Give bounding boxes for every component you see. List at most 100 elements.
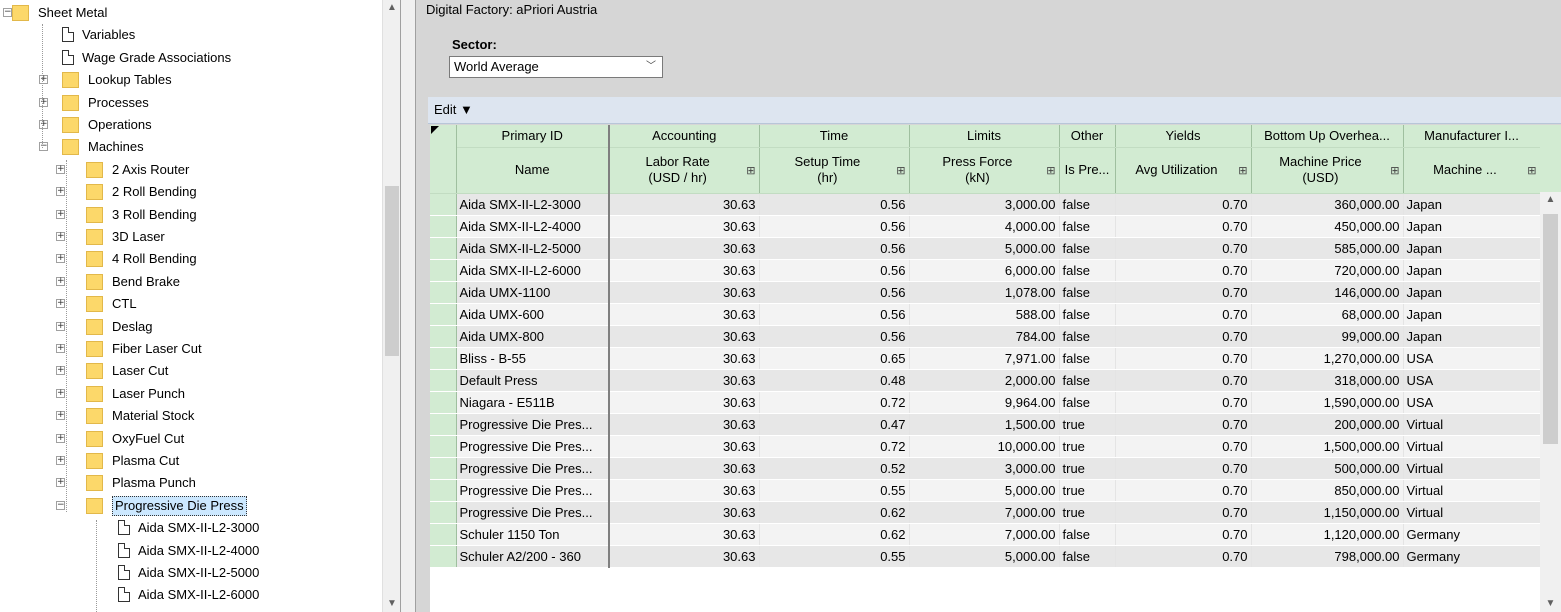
- table-cell[interactable]: 1,270,000.00: [1251, 347, 1404, 370]
- column-group-header[interactable]: Limits: [909, 125, 1060, 148]
- table-cell[interactable]: USA: [1403, 369, 1540, 392]
- table-row[interactable]: Progressive Die Pres... 30.63 0.52 3,000.00…: [430, 457, 1540, 480]
- tree-item[interactable]: +2 Axis Router: [0, 159, 382, 181]
- table-row[interactable]: Progressive Die Pres... 30.63 0.47 1,500.00…: [430, 413, 1540, 436]
- row-selector[interactable]: [430, 435, 457, 458]
- table-row[interactable]: Progressive Die Pres... 30.63 0.55 5,000.00…: [430, 479, 1540, 502]
- table-cell[interactable]: 0.70: [1115, 215, 1252, 238]
- table-cell[interactable]: 318,000.00: [1251, 369, 1404, 392]
- table-cell[interactable]: 30.63: [608, 413, 760, 436]
- row-selector[interactable]: [430, 347, 457, 370]
- column-group-header[interactable]: Time: [759, 125, 910, 148]
- table-cell[interactable]: 0.48: [759, 369, 910, 392]
- table-cell[interactable]: false: [1059, 347, 1116, 370]
- row-selector[interactable]: [430, 281, 457, 304]
- tree-item[interactable]: Aida SMX-II-L2-6000: [0, 584, 382, 606]
- table-row[interactable]: Schuler A2/200 - 360 30.63 0.55 5,000.00 fal…: [430, 545, 1540, 568]
- table-cell[interactable]: 30.63: [608, 259, 760, 282]
- row-selector[interactable]: [430, 369, 457, 392]
- table-cell[interactable]: false: [1059, 523, 1116, 546]
- tree-item[interactable]: +3 Roll Bending: [0, 204, 382, 226]
- tree-item[interactable]: + Bend Brake: [0, 271, 382, 293]
- column-group-header[interactable]: Other: [1059, 125, 1116, 148]
- expand-plus-icon[interactable]: +: [56, 276, 65, 286]
- row-selector[interactable]: [430, 545, 457, 568]
- table-row[interactable]: Niagara - E511B 30.63 0.72 9,964.00 false 0.7…: [430, 391, 1540, 414]
- column-group-header[interactable]: Primary ID: [456, 125, 610, 148]
- expand-plus-icon[interactable]: +: [56, 388, 65, 398]
- table-cell[interactable]: 30.63: [608, 391, 760, 414]
- table-cell[interactable]: false: [1059, 545, 1116, 568]
- table-cell[interactable]: 0.70: [1115, 479, 1252, 502]
- grid-scroll-thumb[interactable]: [1543, 214, 1558, 444]
- tree-item[interactable]: Variables: [0, 24, 382, 46]
- table-cell[interactable]: 2,000.00: [909, 369, 1060, 392]
- tree-scroll-thumb[interactable]: [385, 186, 399, 356]
- grid-scroll-up-icon[interactable]: ▲: [1540, 192, 1561, 208]
- table-cell[interactable]: Progressive Die Pres...: [456, 413, 610, 436]
- column-header[interactable]: Avg Utilization ⊞: [1115, 147, 1252, 194]
- table-cell[interactable]: Virtual: [1403, 457, 1540, 480]
- tree-item[interactable]: Aida SMX-II-L2-3000: [0, 517, 382, 539]
- column-expand-icon[interactable]: ⊞: [1238, 164, 1247, 177]
- table-cell[interactable]: 30.63: [608, 193, 760, 216]
- table-cell[interactable]: Japan: [1403, 325, 1540, 348]
- table-cell[interactable]: 0.70: [1115, 303, 1252, 326]
- table-cell[interactable]: 0.70: [1115, 435, 1252, 458]
- table-cell[interactable]: 0.70: [1115, 347, 1252, 370]
- table-cell[interactable]: Progressive Die Pres...: [456, 435, 610, 458]
- table-cell[interactable]: 7,000.00: [909, 501, 1060, 524]
- table-cell[interactable]: Aida UMX-1100: [456, 281, 610, 304]
- table-row[interactable]: Aida SMX-II-L2-3000 30.63 0.56 3,000.00 fals…: [430, 193, 1540, 216]
- expand-plus-icon[interactable]: +: [56, 187, 65, 197]
- grid-scrollbar[interactable]: ▲ ▼: [1540, 192, 1561, 612]
- table-cell[interactable]: 0.70: [1115, 457, 1252, 480]
- table-cell[interactable]: 0.62: [759, 523, 910, 546]
- table-cell[interactable]: 0.72: [759, 391, 910, 414]
- expand-plus-icon[interactable]: +: [56, 254, 65, 264]
- table-cell[interactable]: 30.63: [608, 281, 760, 304]
- table-cell[interactable]: Schuler A2/200 - 360: [456, 545, 610, 568]
- row-selector[interactable]: [430, 413, 457, 436]
- table-cell[interactable]: 30.63: [608, 237, 760, 260]
- table-cell[interactable]: Japan: [1403, 303, 1540, 326]
- table-cell[interactable]: Japan: [1403, 193, 1540, 216]
- panel-splitter[interactable]: [400, 0, 416, 612]
- tree-item[interactable]: + CTL: [0, 293, 382, 315]
- table-cell[interactable]: true: [1059, 435, 1116, 458]
- table-cell[interactable]: 784.00: [909, 325, 1060, 348]
- table-cell[interactable]: 798,000.00: [1251, 545, 1404, 568]
- table-cell[interactable]: Virtual: [1403, 413, 1540, 436]
- table-cell[interactable]: Aida SMX-II-L2-6000: [456, 259, 610, 282]
- table-row[interactable]: Aida SMX-II-L2-4000 30.63 0.56 4,000.00 fals…: [430, 215, 1540, 238]
- table-cell[interactable]: 7,971.00: [909, 347, 1060, 370]
- row-selector[interactable]: [430, 501, 457, 524]
- table-cell[interactable]: Default Press: [456, 369, 610, 392]
- table-cell[interactable]: Schuler 1150 Ton: [456, 523, 610, 546]
- tree-item[interactable]: + Material Stock: [0, 405, 382, 427]
- tree-item[interactable]: + Plasma Cut: [0, 450, 382, 472]
- table-cell[interactable]: 500,000.00: [1251, 457, 1404, 480]
- table-cell[interactable]: Japan: [1403, 215, 1540, 238]
- collapse-minus-icon[interactable]: −: [39, 142, 48, 152]
- table-cell[interactable]: 0.56: [759, 193, 910, 216]
- tree-item[interactable]: Aida SMX-II-L2-5000: [0, 562, 382, 584]
- table-cell[interactable]: 850,000.00: [1251, 479, 1404, 502]
- column-header[interactable]: Machine ... ⊞: [1403, 147, 1540, 194]
- table-cell[interactable]: Bliss - B-55: [456, 347, 610, 370]
- scroll-down-arrow-icon[interactable]: ▼: [383, 596, 401, 612]
- table-cell[interactable]: Virtual: [1403, 501, 1540, 524]
- table-cell[interactable]: 0.70: [1115, 369, 1252, 392]
- table-cell[interactable]: 0.55: [759, 479, 910, 502]
- column-expand-icon[interactable]: ⊞: [1046, 164, 1055, 177]
- table-cell[interactable]: 0.70: [1115, 413, 1252, 436]
- table-cell[interactable]: Japan: [1403, 259, 1540, 282]
- table-cell[interactable]: Germany: [1403, 545, 1540, 568]
- column-header[interactable]: Is Pre...: [1059, 147, 1116, 194]
- row-selector[interactable]: [430, 193, 457, 216]
- tree-scrollbar[interactable]: ▲ ▼: [382, 0, 400, 612]
- table-cell[interactable]: Progressive Die Pres...: [456, 501, 610, 524]
- table-cell[interactable]: false: [1059, 259, 1116, 282]
- expand-plus-icon[interactable]: +: [56, 433, 65, 443]
- expand-plus-icon[interactable]: +: [56, 344, 65, 353]
